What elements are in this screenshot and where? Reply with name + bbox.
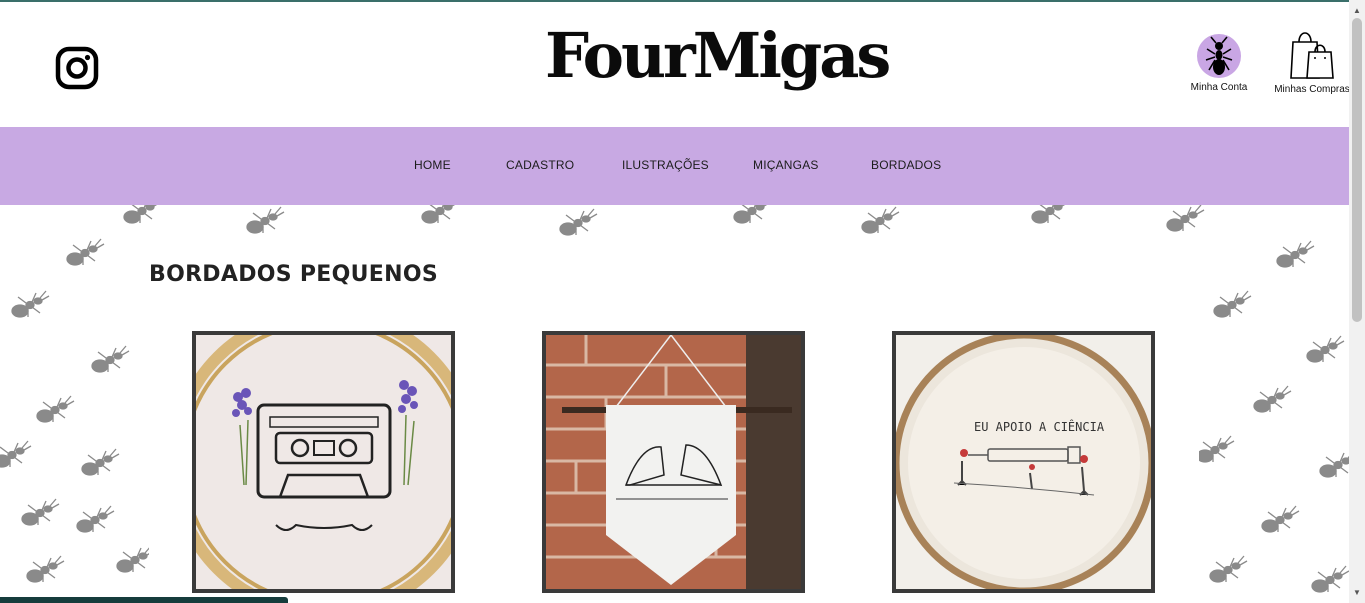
nav-item-ilustracoes[interactable]: ILUSTRAÇÕES	[622, 158, 709, 172]
cassette-embroidery-image	[196, 335, 451, 589]
product-card-science[interactable]: EU APOIO A CIÊNCIA	[892, 331, 1155, 593]
my-purchases-label: Minhas Compras	[1274, 84, 1350, 95]
science-embroidery-image: EU APOIO A CIÊNCIA	[896, 335, 1151, 589]
main-navigation: HOME CADASTRO ILUSTRAÇÕES MIÇANGAS BORDA…	[0, 127, 1349, 205]
nav-item-home[interactable]: HOME	[414, 158, 451, 172]
bottom-status-bar	[0, 597, 288, 603]
product-card-cassette[interactable]	[192, 331, 455, 593]
shopping-bags-icon	[1287, 28, 1337, 80]
my-purchases-link[interactable]: Minhas Compras	[1272, 28, 1352, 95]
instagram-icon[interactable]	[55, 46, 99, 90]
nav-item-bordados[interactable]: BORDADOS	[871, 158, 941, 172]
scroll-down-icon[interactable]: ▼	[1353, 588, 1361, 597]
main-content: BORDADOS PEQUENOS EU APOIO A CIÊNCIA	[149, 240, 1199, 603]
my-account-link[interactable]: Minha Conta	[1183, 34, 1255, 93]
page-scrollbar[interactable]: ▲ ▼	[1349, 0, 1365, 603]
scrollbar-thumb[interactable]	[1352, 18, 1362, 322]
product-card-sneakers[interactable]	[542, 331, 805, 593]
scroll-up-icon[interactable]: ▲	[1353, 6, 1361, 15]
my-account-label: Minha Conta	[1190, 82, 1248, 93]
ant-avatar-icon	[1197, 34, 1241, 78]
nav-item-cadastro[interactable]: CADASTRO	[506, 158, 574, 172]
site-logo[interactable]: FourMigas	[545, 24, 895, 88]
nav-item-micangas[interactable]: MIÇANGAS	[753, 158, 819, 172]
site-header: FourMigas Minha Conta Minhas Compras	[0, 2, 1352, 127]
sneakers-banner-image	[546, 335, 801, 589]
science-caption: EU APOIO A CIÊNCIA	[974, 419, 1105, 434]
section-title: BORDADOS PEQUENOS	[149, 262, 438, 287]
